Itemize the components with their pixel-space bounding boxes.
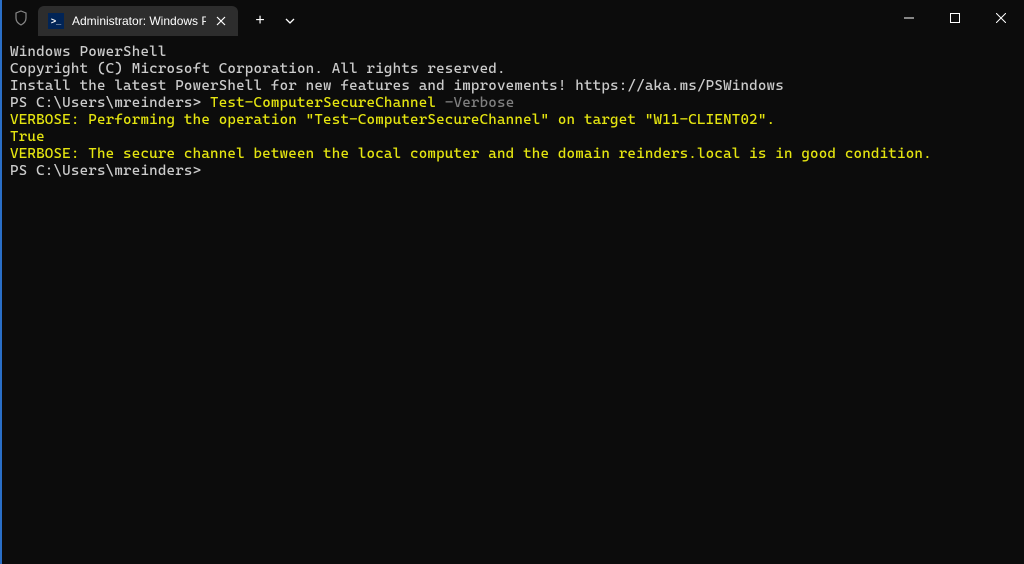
shield-icon <box>12 9 30 27</box>
maximize-button[interactable] <box>932 0 978 36</box>
tab-dropdown-button[interactable] <box>276 6 304 36</box>
close-window-button[interactable] <box>978 0 1024 36</box>
prompt: PS C:\Users\mreinders> <box>10 95 210 111</box>
command-arg: -Verbose <box>436 95 514 111</box>
command: Test-ComputerSecureChannel <box>210 95 436 111</box>
tab-title: Administrator: Windows Powe <box>72 14 206 28</box>
powershell-icon: >_ <box>48 13 64 29</box>
verbose-line: VERBOSE: The secure channel between the … <box>10 146 1024 163</box>
terminal-output[interactable]: Windows PowerShell Copyright (C) Microso… <box>2 36 1024 180</box>
minimize-button[interactable] <box>886 0 932 36</box>
new-tab-button[interactable]: + <box>244 6 276 36</box>
titlebar: >_ Administrator: Windows Powe + <box>2 0 1024 36</box>
close-tab-button[interactable] <box>212 12 230 30</box>
output-line: PS C:\Users\mreinders> Test-ComputerSecu… <box>10 95 1024 112</box>
verbose-line: VERBOSE: Performing the operation "Test-… <box>10 112 1024 129</box>
output-line: Windows PowerShell <box>10 44 1024 61</box>
output-line: Copyright (C) Microsoft Corporation. All… <box>10 61 1024 78</box>
window-controls <box>886 0 1024 36</box>
tab-powershell[interactable]: >_ Administrator: Windows Powe <box>38 6 238 36</box>
output-line: True <box>10 129 1024 146</box>
prompt: PS C:\Users\mreinders> <box>10 163 1024 180</box>
output-line: Install the latest PowerShell for new fe… <box>10 78 1024 95</box>
